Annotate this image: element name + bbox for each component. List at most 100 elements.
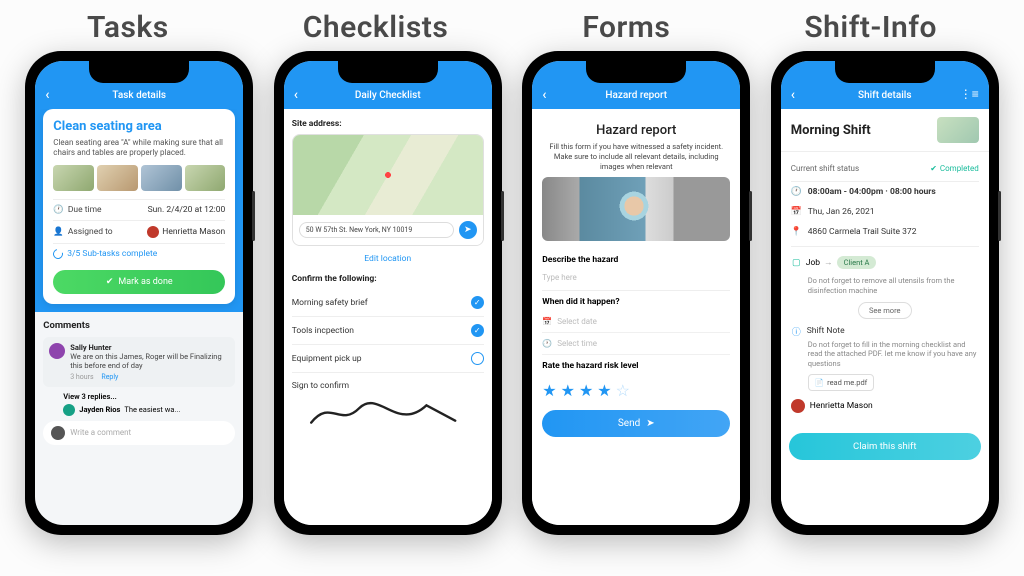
col-label-forms: Forms xyxy=(582,10,670,45)
menu-icon[interactable]: ⋮≡ xyxy=(960,87,979,101)
checkbox-icon[interactable]: ✓ xyxy=(471,324,484,337)
shift-title: Morning Shift xyxy=(791,123,871,138)
task-description: Clean seating area "A" while making sure… xyxy=(53,138,225,159)
assignee-name: Henrietta Mason xyxy=(810,401,873,411)
column-labels: Tasks Checklists Forms Shift-Info xyxy=(20,10,1004,45)
avatar[interactable] xyxy=(49,343,65,359)
checklist-item[interactable]: Morning safety brief ✓ xyxy=(292,289,484,317)
clock-icon: 🕐 xyxy=(542,339,552,348)
write-comment-input[interactable]: Write a comment xyxy=(43,421,235,445)
comments-heading: Comments xyxy=(43,320,235,331)
claim-shift-button[interactable]: Claim this shift xyxy=(789,433,981,460)
page-title: Task details xyxy=(112,90,166,101)
assignee-row[interactable]: Henrietta Mason xyxy=(791,391,979,421)
map-card: 50 W 57th St. New York, NY 10019 ➤ xyxy=(292,134,484,246)
star-icon[interactable]: ★ xyxy=(597,381,611,400)
attachment-chip[interactable]: 📄read me.pdf xyxy=(808,374,875,391)
checklist-item[interactable]: Equipment pick up xyxy=(292,345,484,373)
calendar-icon: 📅 xyxy=(791,207,802,217)
send-icon: ➤ xyxy=(646,418,654,429)
photo-thumb[interactable] xyxy=(141,165,182,191)
due-value: Sun. 2/4/20 at 12:00 xyxy=(148,205,226,215)
calendar-icon: 📅 xyxy=(542,317,552,326)
comment-body: The easiest wa... xyxy=(124,405,180,414)
see-more-button[interactable]: See more xyxy=(858,302,912,319)
shift-note-heading: Shift Note xyxy=(807,326,845,336)
phone-forms: ‹ Hazard report Hazard report Fill this … xyxy=(522,51,750,535)
checkbox-icon[interactable] xyxy=(471,352,484,365)
job-label: Job xyxy=(806,258,820,268)
checklist-item[interactable]: Tools incpection ✓ xyxy=(292,317,484,345)
view-replies-link[interactable]: View 3 replies... xyxy=(63,392,235,401)
comment-item: Sally Hunter We are on this James, Roger… xyxy=(43,337,235,387)
star-icon[interactable]: ☆ xyxy=(616,381,630,400)
status-badge: ✔Completed xyxy=(930,164,979,173)
reply-link[interactable]: Reply xyxy=(101,373,118,381)
star-icon[interactable]: ★ xyxy=(561,381,575,400)
comment-author: Sally Hunter xyxy=(70,343,229,352)
confirm-heading: Confirm the following: xyxy=(292,274,484,284)
pin-icon: 📍 xyxy=(791,227,802,237)
when-label: When did it happen? xyxy=(542,297,730,307)
mini-map[interactable] xyxy=(937,117,979,143)
mark-done-button[interactable]: ✔ Mark as done xyxy=(53,270,225,294)
form-title: Hazard report xyxy=(542,123,730,138)
page-title: Hazard report xyxy=(605,90,667,101)
phone-checklists: ‹ Daily Checklist Site address: 50 W 57t… xyxy=(274,51,502,535)
sign-label: Sign to confirm xyxy=(292,381,484,391)
rating-stars[interactable]: ★ ★ ★ ★ ☆ xyxy=(542,381,730,400)
task-photo-thumbnails[interactable] xyxy=(53,165,225,191)
subtasks-row[interactable]: 3/5 Sub-tasks complete xyxy=(53,243,225,264)
photo-thumb[interactable] xyxy=(53,165,94,191)
edit-location-link[interactable]: Edit location xyxy=(292,254,484,264)
check-icon: ✔ xyxy=(930,164,937,173)
star-icon[interactable]: ★ xyxy=(542,381,556,400)
back-icon[interactable]: ‹ xyxy=(791,87,795,103)
rate-label: Rate the hazard risk level xyxy=(542,361,730,371)
date-input[interactable]: 📅Select date xyxy=(542,311,730,333)
phone-tasks: ‹ Task details Clean seating area Clean … xyxy=(25,51,253,535)
address-field[interactable]: 50 W 57th St. New York, NY 10019 xyxy=(299,222,454,238)
info-icon: ⓘ xyxy=(791,325,802,338)
check-icon: ✔ xyxy=(106,277,114,287)
checkbox-icon[interactable]: ✓ xyxy=(471,296,484,309)
signature-pad[interactable] xyxy=(292,393,484,433)
task-card: Clean seating area Clean seating area "A… xyxy=(43,109,235,304)
assigned-label: Assigned to xyxy=(68,227,113,237)
comment-item: Jayden Rios The easiest wa... xyxy=(63,404,235,416)
time-input[interactable]: 🕐Select time xyxy=(542,333,730,355)
status-label: Current shift status xyxy=(791,164,859,173)
page-title: Shift details xyxy=(858,90,911,101)
phone-shift: ‹ Shift details ⋮≡ Morning Shift Current… xyxy=(771,51,999,535)
progress-icon xyxy=(51,247,65,261)
back-icon[interactable]: ‹ xyxy=(542,87,546,103)
clock-icon: 🕐 xyxy=(791,187,802,197)
back-icon[interactable]: ‹ xyxy=(45,87,49,103)
clock-icon: 🕐 xyxy=(53,205,64,215)
star-icon[interactable]: ★ xyxy=(579,381,593,400)
photo-thumb[interactable] xyxy=(185,165,226,191)
job-note: Do not forget to remove all utensils fro… xyxy=(808,276,979,296)
shift-date: Thu, Jan 26, 2021 xyxy=(808,207,875,217)
send-button[interactable]: Send ➤ xyxy=(542,410,730,437)
shift-location: 4860 Carmela Trail Suite 372 xyxy=(808,227,917,237)
avatar[interactable] xyxy=(63,404,75,416)
assigned-value: Henrietta Mason xyxy=(162,227,225,237)
map-view[interactable] xyxy=(293,135,483,215)
avatar xyxy=(51,426,65,440)
form-hero-image xyxy=(542,177,730,241)
page-title: Daily Checklist xyxy=(355,90,421,101)
job-client-pill[interactable]: Client A xyxy=(837,256,877,269)
briefcase-icon: ▢ xyxy=(791,258,802,268)
comment-time: 3 hours xyxy=(70,373,93,381)
photo-thumb[interactable] xyxy=(97,165,138,191)
user-icon: 👤 xyxy=(53,227,64,237)
task-title: Clean seating area xyxy=(53,119,225,134)
describe-input[interactable]: Type here xyxy=(542,269,730,291)
back-icon[interactable]: ‹ xyxy=(294,87,298,103)
navigate-button[interactable]: ➤ xyxy=(459,221,477,239)
comment-author: Jayden Rios xyxy=(79,405,120,414)
describe-label: Describe the hazard xyxy=(542,255,730,265)
col-label-shiftinfo: Shift-Info xyxy=(804,10,937,45)
avatar[interactable] xyxy=(147,226,159,238)
